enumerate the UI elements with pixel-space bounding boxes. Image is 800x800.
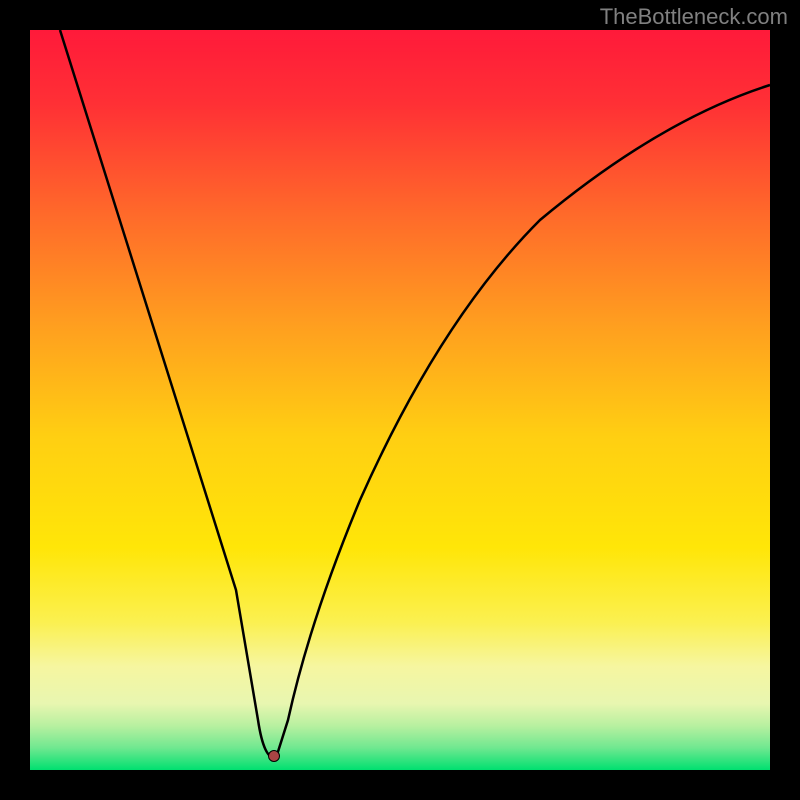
chart-svg	[0, 0, 800, 800]
minimum-marker-dot	[268, 750, 280, 762]
chart-container: TheBottleneck.com	[0, 0, 800, 800]
plot-area	[30, 30, 770, 770]
watermark-text: TheBottleneck.com	[600, 4, 788, 30]
